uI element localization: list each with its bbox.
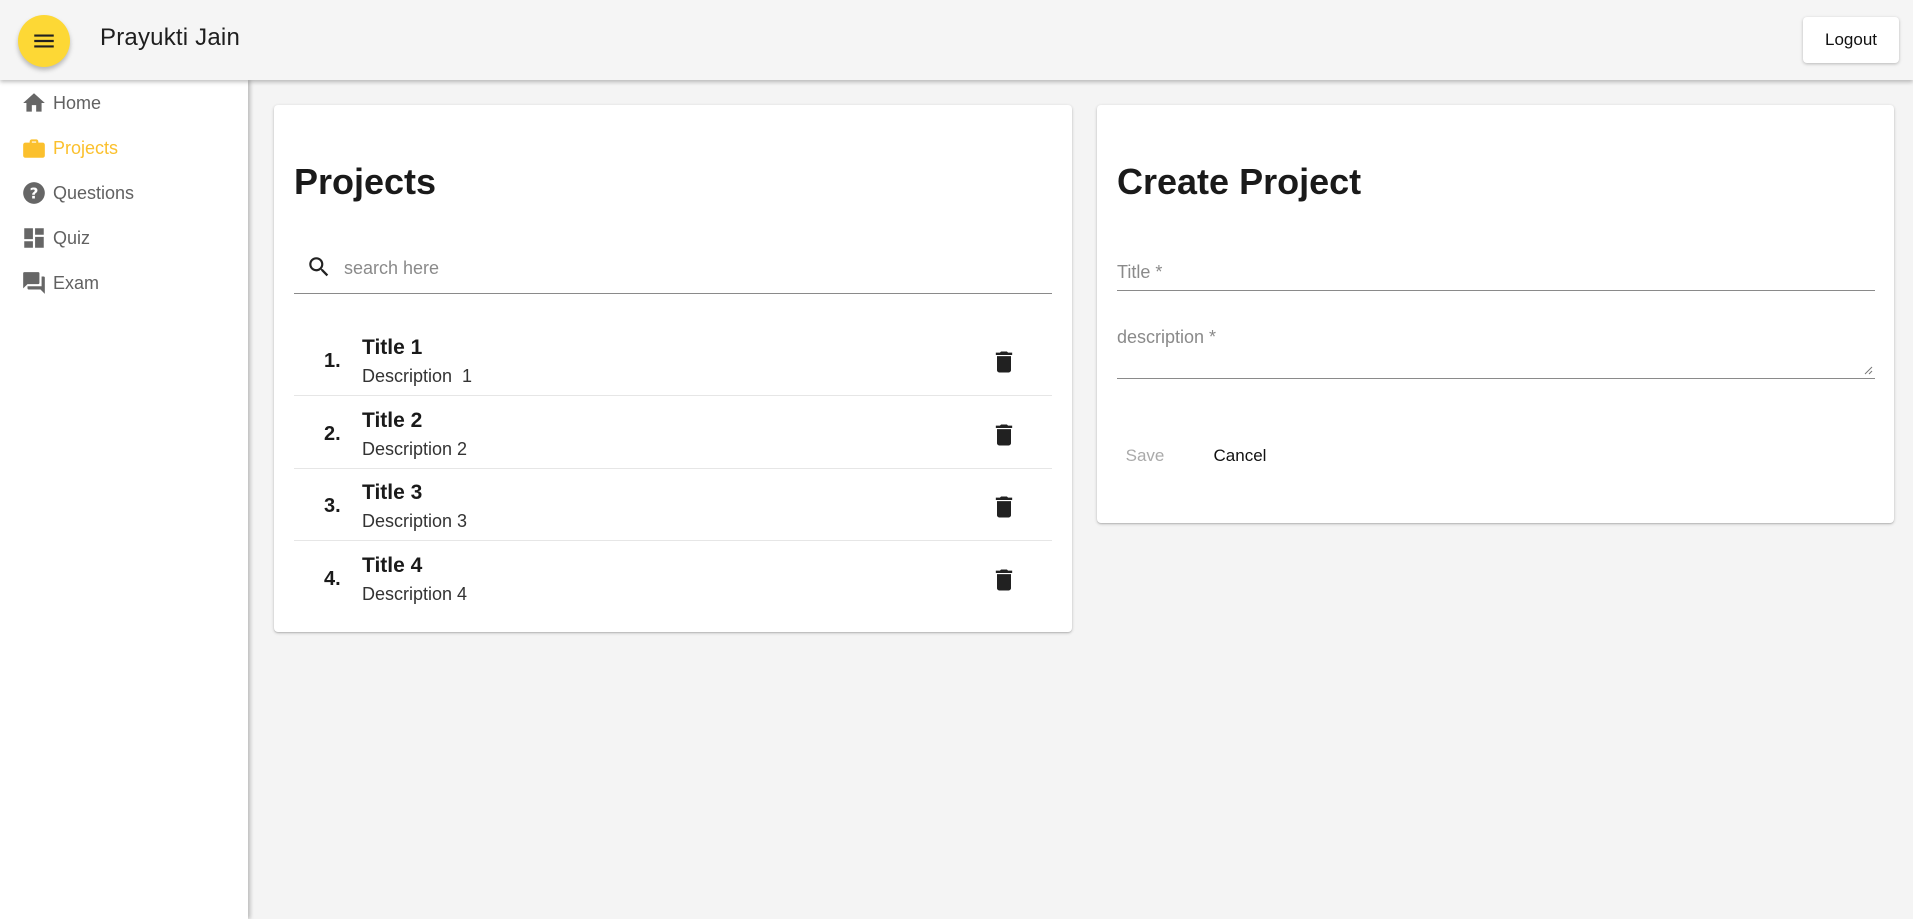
home-icon	[21, 90, 47, 116]
list-item: 4. Title 4 Description 4	[294, 542, 1052, 614]
sidebar-item-quiz[interactable]: Quiz	[0, 218, 248, 258]
logout-button[interactable]: Logout	[1803, 17, 1899, 63]
trash-icon	[995, 496, 1013, 518]
cancel-button[interactable]: Cancel	[1205, 438, 1275, 474]
projects-card: Projects 1. Title 1 Description 1 2. Tit…	[274, 105, 1072, 632]
list-item: 1. Title 1 Description 1	[294, 324, 1052, 396]
title-field	[1117, 255, 1875, 291]
description-field	[1117, 327, 1875, 379]
forum-icon	[21, 270, 47, 296]
search-bar	[294, 242, 1052, 294]
list-item: 3. Title 3 Description 3	[294, 469, 1052, 541]
trash-icon	[995, 569, 1013, 591]
resize-handle-icon[interactable]	[1863, 365, 1873, 375]
search-input[interactable]	[344, 254, 1034, 282]
sidebar-item-label: Home	[53, 92, 102, 113]
item-description: Description 2	[362, 439, 468, 459]
help-circle-icon: ?	[21, 180, 47, 206]
sidebar-item-label: Exam	[53, 272, 100, 293]
save-button[interactable]: Save	[1117, 438, 1173, 474]
dashboard-icon	[21, 225, 47, 251]
app-bar: Prayukti Jain Logout	[0, 0, 1913, 80]
sidebar-item-label: Quiz	[53, 227, 91, 248]
briefcase-icon	[21, 135, 47, 161]
item-title: Title 3	[362, 481, 423, 504]
item-title: Title 4	[362, 554, 423, 577]
item-number: 3.	[324, 495, 341, 517]
sidebar-item-projects[interactable]: Projects	[0, 128, 248, 168]
delete-button[interactable]	[988, 346, 1020, 378]
menu-button[interactable]	[18, 15, 70, 67]
trash-icon	[995, 424, 1013, 446]
app-title: Prayukti Jain	[100, 24, 240, 51]
sidebar-item-exam[interactable]: Exam	[0, 263, 248, 303]
item-number: 2.	[324, 423, 341, 445]
item-title: Title 1	[362, 336, 423, 359]
create-project-heading: Create Project	[1117, 161, 1362, 202]
item-title: Title 2	[362, 409, 423, 432]
menu-icon	[34, 34, 54, 48]
sidebar-item-questions[interactable]: ? Questions	[0, 173, 248, 213]
search-icon	[306, 254, 332, 280]
trash-icon	[995, 351, 1013, 373]
item-number: 1.	[324, 350, 341, 372]
sidebar-item-label: Projects	[53, 137, 119, 158]
svg-text:?: ?	[30, 184, 39, 202]
sidebar-item-label: Questions	[53, 182, 135, 203]
description-input[interactable]	[1117, 327, 1875, 377]
item-number: 4.	[324, 568, 341, 590]
delete-button[interactable]	[988, 491, 1020, 523]
item-description: Description 1	[362, 366, 473, 386]
sidebar: Home Projects ? Questions Quiz Exam	[0, 80, 248, 919]
sidebar-item-home[interactable]: Home	[0, 83, 248, 123]
item-description: Description 3	[362, 511, 468, 531]
create-project-card: Create Project Save Cancel	[1097, 105, 1894, 523]
delete-button[interactable]	[988, 419, 1020, 451]
list-item: 2. Title 2 Description 2	[294, 397, 1052, 469]
projects-heading: Projects	[294, 161, 437, 202]
item-description: Description 4	[362, 584, 468, 604]
title-input[interactable]	[1117, 255, 1875, 289]
delete-button[interactable]	[988, 564, 1020, 596]
